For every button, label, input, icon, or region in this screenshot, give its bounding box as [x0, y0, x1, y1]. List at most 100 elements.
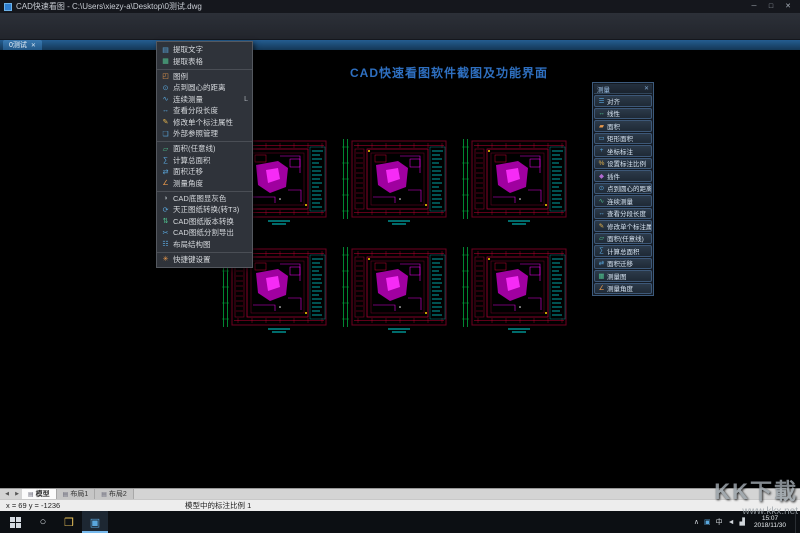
measure-tool-button[interactable]: ▰ 面积: [594, 120, 652, 132]
menu-item-icon: ↔: [162, 107, 169, 115]
tray-app-icon[interactable]: ▣: [704, 518, 711, 526]
search-button[interactable]: ○: [30, 511, 56, 533]
close-button[interactable]: ✕: [780, 1, 796, 12]
measure-tool-button[interactable]: ∿ 连续测量: [594, 195, 652, 207]
title-bar: CAD快速看图 - C:\Users\xiezy-a\Desktop\0测试.d…: [0, 0, 800, 13]
measure-tool-icon: %: [598, 159, 605, 167]
maximize-button[interactable]: □: [763, 1, 779, 12]
menu-item-label: 修改单个标注属性: [173, 117, 233, 127]
menu-item-icon: ⇅: [162, 218, 169, 226]
menu-item[interactable]: ❏ 外部参照管理: [157, 128, 252, 142]
menu-item[interactable]: ▦ 提取表格: [157, 56, 252, 70]
measure-panel-header[interactable]: 测量 ✕: [594, 84, 652, 94]
layout-tab-label: 布局1: [70, 491, 89, 498]
measure-tool-button[interactable]: ▭ 矩形面积: [594, 132, 652, 144]
measure-tool-button[interactable]: ◆ 插件: [594, 170, 652, 182]
windows-taskbar: ○ ❒ ▣ ∧ ▣ 中 ◄ ▟ 15:07 2018/11/30: [0, 511, 800, 533]
menu-item[interactable]: ∠ 测量角度: [157, 178, 252, 192]
document-tab-bar: 0测试 ✕: [0, 40, 800, 50]
cad-app-button[interactable]: ▣: [82, 511, 108, 533]
menu-item[interactable]: ✂ CAD图纸分割导出: [157, 227, 252, 239]
cad-drawing: [461, 138, 567, 225]
menu-item[interactable]: ↔ 查看分段长度: [157, 105, 252, 117]
measure-tool-button[interactable]: ⊙ 点到圆心的距离: [594, 182, 652, 194]
measure-tool-button[interactable]: ☰ 对齐: [594, 95, 652, 107]
start-button[interactable]: [0, 511, 30, 533]
menu-item-icon: ☷: [162, 241, 169, 248]
menu-item[interactable]: ⟳ 天正图纸转换(转T3): [157, 204, 252, 216]
measure-tool-button[interactable]: ∠ 测量角度: [594, 282, 652, 294]
menu-item[interactable]: ▤ 提取文字: [157, 44, 252, 56]
clock-time: 15:07: [761, 514, 779, 522]
measure-tool-button[interactable]: ∑ 计算总面积: [594, 245, 652, 257]
volume-icon[interactable]: ◄: [728, 519, 735, 526]
menu-item-icon: ∑: [163, 156, 168, 164]
menu-item-label: CAD底图显灰色: [173, 193, 227, 203]
show-desktop-button[interactable]: [795, 511, 799, 533]
layout-tab[interactable]: ▤ 布局1: [56, 489, 96, 499]
taskbar-app-icon: ○: [39, 516, 47, 528]
tray-icons: ∧ ▣ 中 ◄ ▟: [694, 517, 745, 527]
menu-item[interactable]: ⇅ CAD图纸版本转换: [157, 216, 252, 228]
measure-tool-icon: ▱: [599, 235, 604, 243]
measure-tool-label: 点到圆心的距离: [607, 186, 652, 194]
menu-item[interactable]: ⇄ 面积迁移: [157, 166, 252, 178]
measure-panel-title: 测量: [597, 86, 610, 94]
tab-close-icon[interactable]: ✕: [31, 42, 36, 49]
network-icon[interactable]: ▟: [740, 518, 745, 526]
measure-tool-button[interactable]: ↔ 查看分段长度: [594, 207, 652, 219]
layout-tab[interactable]: ▤ 布局2: [95, 489, 134, 499]
measure-tool-button[interactable]: ▦ 测量图: [594, 270, 652, 282]
window-title: CAD快速看图 - C:\Users\xiezy-a\Desktop\0测试.d…: [16, 2, 202, 11]
menu-item[interactable]: ▱ 面积(任意线): [157, 143, 252, 155]
measure-tool-button[interactable]: % 设置标注比例: [594, 157, 652, 169]
measure-tool-label: 测量角度: [607, 286, 633, 294]
menu-item-label: CAD图纸分割导出: [173, 228, 234, 238]
status-bar: x = 69 y = -1236 模型中的标注比例 1: [0, 499, 800, 511]
menu-item[interactable]: ∿ 连续测量 L: [157, 94, 252, 106]
measure-tool-label: 插件: [607, 173, 620, 181]
taskbar-clock[interactable]: 15:07 2018/11/30: [751, 515, 789, 530]
measure-tool-label: 计算总面积: [607, 248, 640, 256]
menu-item-shortcut: L: [244, 95, 248, 103]
menu-item-label: CAD图纸版本转换: [173, 216, 234, 226]
measure-tool-label: 查看分段长度: [607, 211, 646, 219]
menu-item-label: 提取文字: [173, 45, 203, 55]
menu-item[interactable]: ✎ 修改单个标注属性: [157, 117, 252, 129]
menu-item[interactable]: ◑ CAD底图显灰色: [157, 193, 252, 205]
menu-item-icon: ▦: [162, 58, 169, 65]
menu-item-label: 布局结构图: [173, 239, 211, 249]
measure-tool-button[interactable]: ↔ 线性: [594, 107, 652, 119]
panel-close-icon[interactable]: ✕: [644, 85, 649, 92]
ime-indicator[interactable]: 中: [716, 517, 723, 527]
menu-item[interactable]: ∑ 计算总面积: [157, 155, 252, 167]
measure-toolbox-panel: 测量 ✕ ☰ 对齐 ↔ 线性 ▰ 面积 ▭ 矩形面积 + 坐标标注 % 设置标注…: [592, 82, 654, 296]
menu-item[interactable]: ⊙ 点到圆心的距离: [157, 82, 252, 94]
menu-item-icon: ∠: [162, 180, 169, 187]
taskbar-app-icon: ▣: [89, 516, 101, 529]
measure-tool-icon: ∠: [598, 285, 605, 293]
layout-tab[interactable]: ▤ 模型: [22, 489, 57, 499]
measure-tool-button[interactable]: + 坐标标注: [594, 145, 652, 157]
canvas-title: CAD快速看图软件截图及功能界面: [350, 66, 548, 80]
measure-tool-button[interactable]: ✎ 修改单个标注属性: [594, 220, 652, 232]
menu-item[interactable]: ✳ 快捷键设置: [157, 254, 252, 266]
tab-nav-prev-icon[interactable]: ◀: [2, 489, 12, 499]
measure-tool-icon: ▦: [598, 272, 605, 280]
document-tab[interactable]: 0测试 ✕: [3, 40, 42, 50]
menu-item[interactable]: ☷ 布局结构图: [157, 239, 252, 253]
window-controls: ─ □ ✕: [746, 1, 796, 12]
taskbar-apps: ○ ❒ ▣: [30, 511, 108, 533]
drawing-canvas[interactable]: CAD快速看图软件截图及功能界面: [0, 50, 800, 488]
menu-item-icon: ▱: [162, 145, 169, 153]
measure-tool-button[interactable]: ▱ 面积(任意线): [594, 232, 652, 244]
minimize-button[interactable]: ─: [746, 1, 762, 12]
tab-nav-next-icon[interactable]: ▶: [12, 489, 22, 499]
hidden-icons-button[interactable]: ∧: [694, 518, 699, 526]
menu-item[interactable]: ◰ 图例: [157, 71, 252, 83]
app-window: CAD快速看图 - C:\Users\xiezy-a\Desktop\0测试.d…: [0, 0, 800, 533]
menu-item-icon: ◰: [162, 73, 169, 81]
measure-tool-label: 修改单个标注属性: [607, 223, 652, 231]
file-explorer-button[interactable]: ❒: [56, 511, 82, 533]
measure-tool-button[interactable]: ⇄ 面积迁移: [594, 257, 652, 269]
